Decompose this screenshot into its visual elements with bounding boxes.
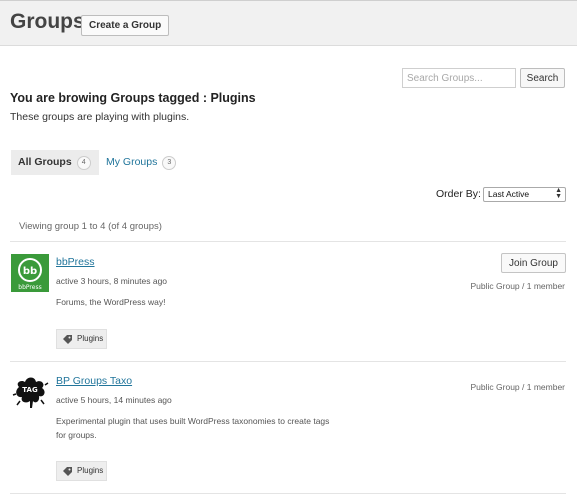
tab-all-groups-count: 4: [77, 156, 91, 170]
tab-my-groups-label: My Groups: [106, 156, 157, 168]
svg-text:TAG: TAG: [22, 386, 38, 394]
tab-my-groups[interactable]: My Groups 3: [106, 150, 176, 175]
group-description: Experimental plugin that uses built Word…: [56, 414, 336, 442]
group-avatar[interactable]: TAG: [11, 373, 49, 411]
group-avatar[interactable]: bb bbPress: [11, 254, 49, 292]
group-tag-label: Plugins: [77, 466, 103, 475]
group-meta: Public Group / 1 member: [471, 382, 565, 392]
tag-icon: [62, 334, 73, 345]
join-group-button[interactable]: Join Group: [501, 253, 566, 273]
divider: [10, 361, 566, 362]
group-tag-plugins[interactable]: Plugins: [56, 329, 107, 349]
tab-all-groups[interactable]: All Groups 4: [11, 150, 99, 175]
order-by-select[interactable]: Last Active ▲▼: [483, 187, 566, 202]
tab-my-groups-count: 3: [162, 156, 176, 170]
divider: [10, 493, 566, 494]
create-group-button[interactable]: Create a Group: [81, 15, 169, 36]
tag-icon: [62, 466, 73, 477]
svg-text:bb: bb: [23, 266, 37, 277]
group-description: Forums, the WordPress way!: [56, 295, 336, 309]
group-meta: Public Group / 1 member: [471, 281, 565, 291]
tag-description: These groups are playing with plugins.: [10, 111, 189, 123]
group-last-active: active 5 hours, 14 minutes ago: [56, 395, 172, 405]
divider: [10, 241, 566, 242]
order-by-selected: Last Active: [488, 189, 529, 199]
search-input[interactable]: [402, 68, 516, 88]
page-title: Groups: [10, 10, 85, 34]
group-name-link[interactable]: BP Groups Taxo: [56, 375, 132, 387]
pagination-count: Viewing group 1 to 4 (of 4 groups): [19, 221, 162, 232]
group-tag-label: Plugins: [77, 334, 103, 343]
group-tag-plugins[interactable]: Plugins: [56, 461, 107, 481]
page-header: Groups Create a Group: [0, 0, 577, 46]
tab-all-groups-label: All Groups: [18, 156, 72, 168]
tag-heading: You are browing Groups tagged : Plugins: [10, 91, 256, 105]
taxo-splat-icon: TAG: [11, 373, 49, 411]
svg-text:bbPress: bbPress: [18, 284, 41, 291]
group-name-link[interactable]: bbPress: [56, 256, 95, 268]
select-arrows-icon: ▲▼: [555, 188, 562, 200]
order-by-label: Order By:: [436, 188, 481, 200]
group-last-active: active 3 hours, 8 minutes ago: [56, 276, 167, 286]
bbpress-logo-icon: bb bbPress: [11, 254, 49, 292]
search-button[interactable]: Search: [520, 68, 565, 88]
